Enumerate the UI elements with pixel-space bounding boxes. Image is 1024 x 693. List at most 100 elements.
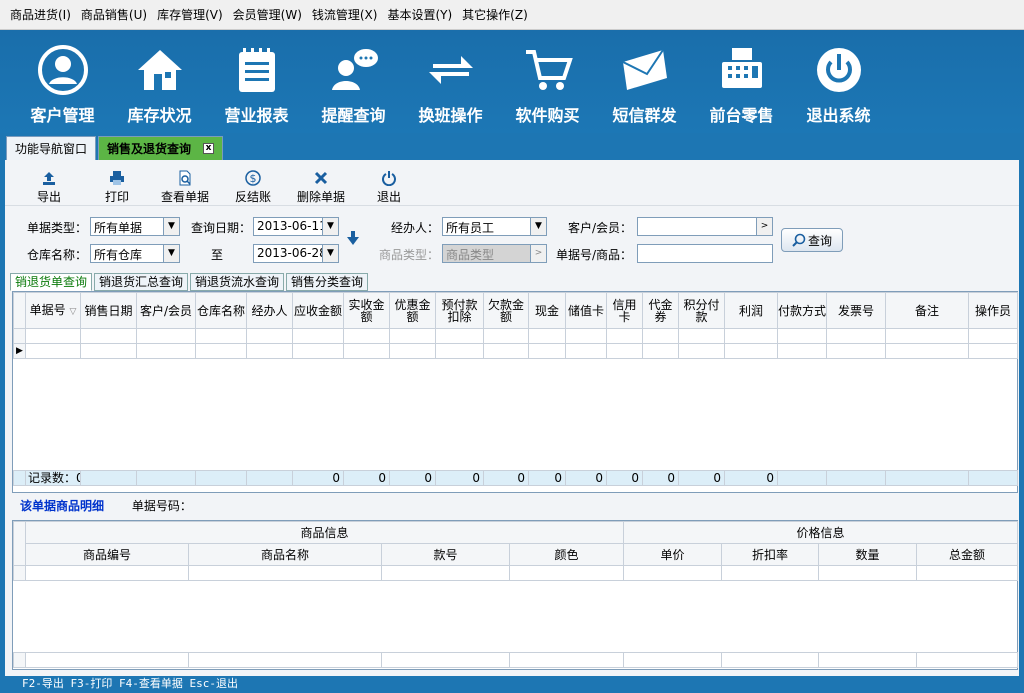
reminder-query-label: 提醒查询 xyxy=(321,106,386,125)
sum-credit-card: 0 xyxy=(606,470,643,486)
table-row[interactable]: ▶ xyxy=(13,343,1018,359)
view-document-button[interactable]: 查看单据 xyxy=(151,160,219,205)
col-discount-rate[interactable]: 折扣率 xyxy=(721,543,820,566)
col-customer[interactable]: 客户/会员 xyxy=(136,292,196,329)
col-style-no[interactable]: 款号 xyxy=(381,543,510,566)
svg-text:$: $ xyxy=(250,172,257,185)
col-discount[interactable]: 优惠金额 xyxy=(389,292,436,329)
menu-other[interactable]: 其它操作(Z) xyxy=(462,6,528,23)
col-quantity[interactable]: 数量 xyxy=(818,543,918,566)
customer-management-button[interactable]: 客户管理 xyxy=(14,30,111,130)
col-received[interactable]: 实收金额 xyxy=(343,292,390,329)
query-button[interactable]: 查询 xyxy=(781,228,843,252)
tab-navigation[interactable]: 功能导航窗口 xyxy=(6,136,97,160)
col-remark[interactable]: 备注 xyxy=(885,292,969,329)
summary-row: 记录数：0 0 0 0 0 0 0 0 0 0 0 0 xyxy=(13,470,1018,486)
unsettle-label: 反结账 xyxy=(234,190,271,204)
col-docno[interactable]: 单据号 ▽ xyxy=(25,292,81,329)
close-icon[interactable]: x xyxy=(203,143,215,154)
col-voucher[interactable]: 代金券 xyxy=(642,292,679,329)
col-color[interactable]: 颜色 xyxy=(508,543,625,566)
col-total[interactable]: 总金额 xyxy=(916,543,1019,566)
col-warehouse[interactable]: 仓库名称 xyxy=(195,292,247,329)
delete-document-label: 删除单据 xyxy=(296,190,345,204)
document-tabs: 功能导航窗口 销售及退货查询 x xyxy=(0,133,1024,160)
menu-cashflow[interactable]: 钱流管理(X) xyxy=(312,6,378,23)
col-owed[interactable]: 欠款金额 xyxy=(483,292,529,329)
exit-button[interactable]: 退出 xyxy=(355,160,423,205)
sum-discount: 0 xyxy=(389,470,436,486)
col-invoice[interactable]: 发票号 xyxy=(826,292,886,329)
orders-grid[interactable]: 单据号 ▽ 销售日期 客户/会员 仓库名称 经办人 应收金额 实收金额 优惠金额… xyxy=(12,291,1018,493)
col-credit-card[interactable]: 信用卡 xyxy=(606,292,643,329)
table-row[interactable] xyxy=(13,565,1019,581)
sum-receivable: 0 xyxy=(292,470,344,486)
reminder-query-button[interactable]: 提醒查询 xyxy=(305,30,402,130)
unsettle-button[interactable]: $ 反结账 xyxy=(219,160,287,205)
subtab-sales-category[interactable]: 销售分类查询 xyxy=(286,273,369,291)
view-document-label: 查看单据 xyxy=(160,190,209,204)
subtab-return-flow[interactable]: 销退货流水查询 xyxy=(190,273,285,291)
menu-sales[interactable]: 商品销售(U) xyxy=(81,6,147,23)
col-profit[interactable]: 利润 xyxy=(724,292,778,329)
category-label: 商品类型： xyxy=(379,248,440,262)
menu-inventory[interactable]: 库存管理(V) xyxy=(157,6,223,23)
warehouse-select[interactable]: 所有仓库 ▼ xyxy=(90,244,180,263)
menu-members[interactable]: 会员管理(W) xyxy=(233,6,302,23)
sum-stored-card: 0 xyxy=(565,470,607,486)
home-icon xyxy=(137,50,182,90)
docno-input[interactable] xyxy=(637,244,773,263)
business-report-button[interactable]: 营业报表 xyxy=(208,30,305,130)
menu-purchase[interactable]: 商品进货(I) xyxy=(10,6,71,23)
business-report-label: 营业报表 xyxy=(224,106,289,125)
col-receivable[interactable]: 应收金额 xyxy=(292,292,344,329)
table-row[interactable] xyxy=(13,328,1018,344)
tab-sales-returns[interactable]: 销售及退货查询 x xyxy=(98,136,224,160)
export-button[interactable]: 导出 xyxy=(15,160,83,205)
detail-group-row: 商品信息 价格信息 xyxy=(13,521,1019,566)
inventory-status-button[interactable]: 库存状况 xyxy=(111,30,208,130)
sms-broadcast-button[interactable]: 短信群发 xyxy=(596,30,693,130)
col-docno-label: 单据号 xyxy=(29,302,66,317)
row-header-corner xyxy=(13,292,26,329)
col-points[interactable]: 积分付款 xyxy=(678,292,725,329)
menu-settings[interactable]: 基本设置(Y) xyxy=(387,6,452,23)
col-stored-card[interactable]: 储值卡 xyxy=(565,292,607,329)
detail-grid[interactable]: 商品信息 价格信息 商品编号 商品名称 款号 颜色 单价 折扣率 数量 总金额 xyxy=(12,520,1019,670)
exit-system-button[interactable]: 退出系统 xyxy=(790,30,887,130)
table-row[interactable] xyxy=(13,652,1019,668)
col-product-code[interactable]: 商品编号 xyxy=(25,543,189,566)
delete-document-button[interactable]: 删除单据 xyxy=(287,160,355,205)
shift-change-label: 换班操作 xyxy=(418,106,483,125)
document-search-icon xyxy=(179,170,191,186)
category-select: 商品类型 > xyxy=(442,244,547,263)
front-retail-label: 前台零售 xyxy=(709,106,774,125)
notepad-icon xyxy=(238,48,275,92)
col-cash[interactable]: 现金 xyxy=(528,292,566,329)
subtab-return-summary[interactable]: 销退货汇总查询 xyxy=(94,273,189,291)
sum-points: 0 xyxy=(678,470,725,486)
buy-software-button[interactable]: 软件购买 xyxy=(499,30,596,130)
col-handler[interactable]: 经办人 xyxy=(246,292,293,329)
print-button[interactable]: 打印 xyxy=(83,160,151,205)
col-prepaid[interactable]: 预付款扣除 xyxy=(435,292,484,329)
doc-type-select[interactable]: 所有单据 ▼ xyxy=(90,217,180,236)
col-operator[interactable]: 操作员 xyxy=(968,292,1018,329)
col-sale-date[interactable]: 销售日期 xyxy=(80,292,137,329)
date-to-picker[interactable]: 2013-06-28 ▼ xyxy=(253,244,339,263)
col-payment-method[interactable]: 付款方式 xyxy=(777,292,827,329)
shortcut-statusbar: F2-导出 F3-打印 F4-查看单据 Esc-退出 xyxy=(0,676,1024,693)
col-product-name[interactable]: 商品名称 xyxy=(188,543,382,566)
inventory-status-label: 库存状况 xyxy=(127,106,192,125)
subtab-return-orders[interactable]: 销退货单查询 xyxy=(10,273,93,291)
front-retail-button[interactable]: 前台零售 xyxy=(693,30,790,130)
shift-change-button[interactable]: 换班操作 xyxy=(402,30,499,130)
chevron-right-icon[interactable]: > xyxy=(756,218,772,235)
customer-input[interactable]: > xyxy=(637,217,773,236)
handler-select[interactable]: 所有员工 ▼ xyxy=(442,217,547,236)
chevron-right-icon: > xyxy=(530,245,546,262)
empty-space xyxy=(14,359,1018,471)
date-label: 查询日期： xyxy=(191,221,252,235)
col-unit-price[interactable]: 单价 xyxy=(623,543,723,566)
date-from-picker[interactable]: 2013-06-11 ▼ xyxy=(253,217,339,236)
